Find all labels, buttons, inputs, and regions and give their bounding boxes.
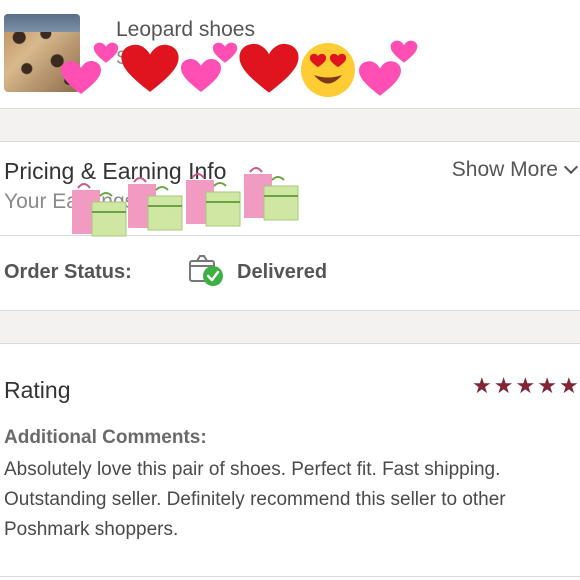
heart-icon bbox=[93, 42, 119, 63]
rating-stars: ★ ★ ★ ★ ★ bbox=[472, 375, 579, 397]
comments-text: Absolutely love this pair of shoes. Perf… bbox=[4, 459, 506, 540]
box-check-icon bbox=[189, 255, 223, 286]
order-status-label: Order Status: bbox=[4, 261, 132, 283]
heart-icon bbox=[121, 44, 179, 92]
show-more-button[interactable]: Show More bbox=[451, 158, 579, 182]
show-more-label: Show More bbox=[451, 158, 558, 181]
heart-icon bbox=[239, 43, 299, 93]
section-separator bbox=[0, 109, 580, 141]
shopping-bag-icon bbox=[244, 167, 299, 221]
divider bbox=[0, 343, 580, 344]
heart-icon bbox=[359, 61, 401, 96]
comments-label: Additional Comments: bbox=[4, 427, 207, 448]
star-icon: ★ bbox=[558, 373, 579, 398]
heart-icon bbox=[61, 61, 101, 94]
thumbnail-jeans bbox=[4, 14, 80, 32]
star-icon: ★ bbox=[515, 373, 536, 398]
rating-title: Rating bbox=[4, 377, 71, 403]
section-separator bbox=[0, 311, 580, 343]
heart-icon bbox=[390, 40, 418, 63]
heart-eyes-emoji bbox=[301, 43, 355, 97]
shopping-bag-icon bbox=[128, 177, 183, 231]
star-icon: ★ bbox=[472, 373, 492, 398]
order-status-value: Delivered bbox=[237, 261, 328, 283]
shopping-bag-icon bbox=[72, 183, 127, 237]
heart-icon bbox=[212, 42, 238, 63]
star-icon: ★ bbox=[537, 373, 557, 398]
shopping-bag-icon bbox=[186, 173, 241, 227]
chevron-down-icon bbox=[563, 159, 579, 175]
divider bbox=[0, 141, 580, 142]
star-icon: ★ bbox=[493, 373, 514, 398]
divider bbox=[0, 576, 580, 577]
product-title[interactable]: Leopard shoes bbox=[116, 18, 255, 42]
